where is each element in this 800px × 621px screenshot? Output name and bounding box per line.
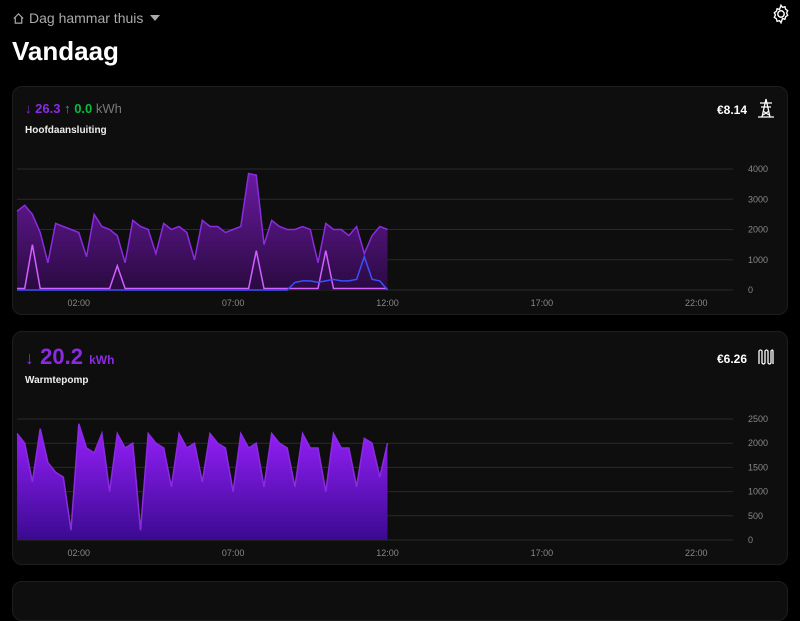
home-selector[interactable]: Dag hammar thuis	[12, 10, 161, 26]
x-tick-label: 02:00	[67, 298, 90, 308]
y-tick-label: 1500	[748, 462, 768, 472]
y-tick-label: 2000	[748, 225, 768, 235]
y-tick-label: 1000	[748, 487, 768, 497]
y-tick-label: 2000	[748, 438, 768, 448]
chart-heat-pump: 0 500 1000 1500 2000 2500 02:00 07:00 12:00 17:00…	[16, 414, 768, 558]
y-tick-label: 4000	[748, 164, 768, 174]
x-tick-label: 12:00	[376, 298, 399, 308]
series-area-import	[17, 173, 388, 290]
x-tick-label: 17:00	[531, 298, 554, 308]
gear-icon[interactable]	[770, 3, 792, 25]
x-tick-label: 02:00	[67, 548, 90, 558]
card-next	[12, 581, 788, 621]
page-title: Vandaag	[12, 36, 119, 66]
y-tick-label: 0	[748, 285, 753, 295]
home-name: Dag hammar thuis	[29, 10, 144, 26]
x-tick-label: 07:00	[222, 298, 245, 308]
y-tick-label: 500	[748, 511, 763, 521]
y-tick-label: 3000	[748, 194, 768, 204]
y-tick-label: 2500	[748, 414, 768, 424]
chart-main-connection: 0 1000 2000 3000 4000 02:00 07:00 12:00 17:00 22:…	[16, 164, 768, 308]
home-icon	[13, 12, 24, 24]
x-tick-label: 22:00	[685, 298, 708, 308]
x-tick-label: 07:00	[222, 548, 245, 558]
y-tick-label: 1000	[748, 255, 768, 265]
chevron-down-icon	[150, 15, 161, 21]
x-tick-label: 17:00	[531, 548, 554, 558]
card-main-connection[interactable]: ↓ 26.3 ↑ 0.0 kWh Hoofdaansluiting €8.14 …	[12, 86, 788, 315]
x-tick-label: 12:00	[376, 548, 399, 558]
card-heat-pump[interactable]: ↓ 20.2 kWh Warmtepomp €6.26 0 500 1000 1500…	[12, 331, 788, 565]
x-tick-label: 22:00	[685, 548, 708, 558]
y-tick-label: 0	[748, 535, 753, 545]
